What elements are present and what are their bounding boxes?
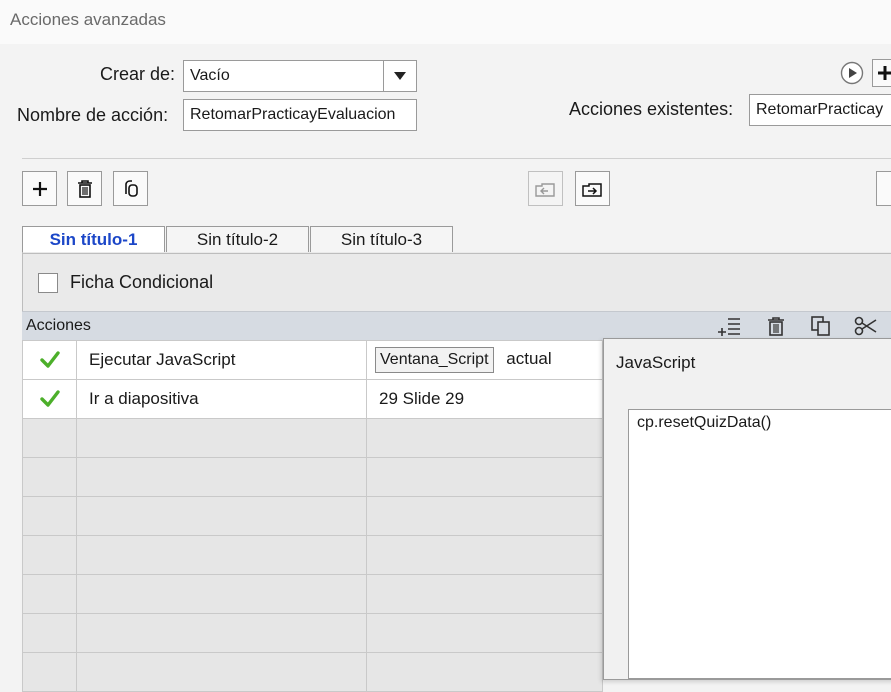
duplicate-icon	[124, 179, 138, 197]
plus-icon	[32, 181, 47, 196]
title-bar: Acciones avanzadas	[0, 0, 891, 44]
javascript-dialog: JavaScript cp.resetQuizData()	[603, 338, 891, 680]
action-name-label: Nombre de acción:	[17, 105, 169, 125]
insert-row-icon[interactable]	[718, 315, 742, 337]
window-title: Acciones avanzadas	[10, 10, 166, 29]
actions-header-label: Acciones	[26, 317, 91, 334]
actions-table: Ejecutar JavaScript Ventana_Script actua…	[22, 340, 603, 692]
table-row[interactable]	[22, 418, 603, 458]
table-row[interactable]	[22, 613, 603, 653]
check-icon	[39, 390, 60, 407]
check-icon	[39, 351, 60, 368]
trash-icon[interactable]	[766, 315, 786, 337]
target-cell[interactable]: Ventana_Script actual	[366, 340, 603, 380]
trash-icon	[77, 179, 92, 198]
target-text: actual	[506, 349, 552, 369]
status-cell	[22, 379, 77, 419]
export-icon	[581, 182, 602, 197]
action-cell[interactable]: Ejecutar JavaScript	[76, 340, 367, 380]
action-cell[interactable]: Ir a diapositiva	[76, 379, 367, 419]
add-action-icon[interactable]	[872, 59, 891, 87]
table-row[interactable]	[22, 457, 603, 497]
create-from-select[interactable]: Vacío	[183, 60, 417, 92]
create-from-value: Vacío	[190, 67, 230, 84]
target-cell[interactable]: 29 Slide 29	[366, 379, 603, 419]
table-row[interactable]	[22, 535, 603, 575]
table-row[interactable]: Ir a diapositiva 29 Slide 29	[22, 379, 603, 419]
table-row[interactable]: Ejecutar JavaScript Ventana_Script actua…	[22, 340, 603, 380]
existing-actions-select[interactable]: RetomarPracticay	[749, 94, 891, 126]
delete-button[interactable]	[67, 171, 102, 206]
import-icon	[534, 182, 555, 197]
tab-sin-titulo-1[interactable]: Sin título-1	[22, 226, 165, 253]
status-cell	[22, 340, 77, 380]
script-window-button[interactable]: Ventana_Script	[375, 347, 494, 373]
tab-sin-titulo-3[interactable]: Sin título-3	[310, 226, 453, 253]
table-row[interactable]	[22, 496, 603, 536]
chevron-down-icon[interactable]	[383, 61, 416, 91]
panel-top-border	[22, 253, 891, 254]
table-row[interactable]	[22, 652, 603, 692]
cut-icon[interactable]	[854, 315, 878, 337]
export-button[interactable]	[575, 171, 610, 206]
dialog-title: JavaScript	[616, 353, 696, 372]
separator	[22, 158, 891, 159]
create-from-label: Crear de:	[100, 64, 176, 84]
action-name-input[interactable]: RetomarPracticayEvaluacion	[183, 99, 417, 131]
add-button[interactable]	[22, 171, 57, 206]
conditional-label: Ficha Condicional	[70, 272, 214, 292]
table-row[interactable]	[22, 574, 603, 614]
existing-actions-label: Acciones existentes:	[569, 99, 734, 119]
tab-sin-titulo-2[interactable]: Sin título-2	[166, 226, 309, 253]
code-editor[interactable]: cp.resetQuizData()	[628, 409, 891, 679]
conditional-checkbox[interactable]	[38, 273, 58, 293]
toolbar-right-button[interactable]	[876, 171, 891, 206]
import-button[interactable]	[528, 171, 563, 206]
preview-play-icon[interactable]	[840, 61, 864, 85]
copy-icon[interactable]	[810, 315, 832, 337]
duplicate-button[interactable]	[113, 171, 148, 206]
